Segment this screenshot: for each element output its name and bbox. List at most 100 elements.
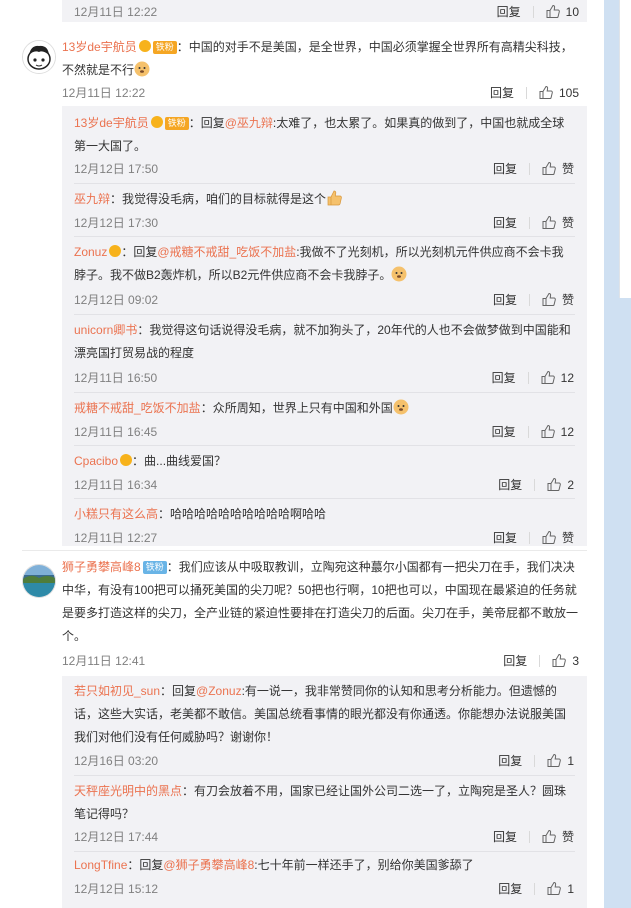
reply-prefix: ：回复 (188, 116, 225, 130)
comment-time: 12月11日 12:22 (62, 86, 146, 100)
username-link[interactable]: 13岁de宇航员 (74, 116, 149, 130)
username-link[interactable]: 天秤座光明中的黑点 (74, 784, 182, 798)
like-button[interactable]: 105 (539, 86, 579, 100)
divider (527, 371, 529, 384)
reply-text: 若只如初见_sun：回复@Zonuz:有一说一，我非常赞同你的认知和思考分析能力… (74, 680, 574, 749)
divider (534, 478, 536, 491)
username-link[interactable]: Zonuz (74, 245, 107, 259)
reply-time: 12月11日 12:27 (74, 531, 158, 545)
divider (528, 293, 530, 306)
fan-badge: 铁粉 (142, 561, 167, 574)
avatar[interactable] (22, 564, 56, 598)
like-button[interactable]: 12 (541, 425, 574, 439)
comment-time: 12月11日 12:41 (62, 654, 146, 668)
like-count: 赞 (561, 216, 574, 230)
username-link[interactable]: LongTfine (74, 858, 127, 872)
reply-actions: 回复 2 (498, 476, 574, 493)
divider (534, 882, 536, 895)
like-button[interactable]: 12 (541, 371, 574, 385)
thumbs-up-icon (547, 754, 562, 767)
like-button[interactable]: 赞 (542, 214, 574, 231)
reply-button[interactable]: 回复 (492, 369, 516, 386)
reply-button[interactable]: 回复 (493, 529, 517, 546)
fan-badge: 铁粉 (152, 41, 177, 54)
divider (528, 162, 530, 175)
username-link[interactable]: 狮子勇攀高峰8 (62, 560, 141, 574)
reply-time: 12月12日 15:12 (74, 882, 159, 896)
like-count: 12 (560, 370, 574, 385)
reply-button[interactable]: 回复 (498, 476, 522, 493)
thumbs-up-icon (552, 654, 567, 667)
reply-text: 天秤座光明中的黑点：有刀会放着不用，国家已经让国外公司二选一了，立陶宛是圣人？圆… (74, 780, 574, 826)
mention-link[interactable]: @巫九辩 (225, 116, 273, 130)
reply-text: 戒糖不戒甜_吃饭不加盐：众所周知，世界上只有中国和外国 (74, 397, 574, 420)
reply-body: ：曲...曲线爱国？ (132, 454, 227, 468)
username-link[interactable]: 13岁de宇航员 (62, 40, 137, 54)
divider (74, 236, 575, 237)
reply-button[interactable]: 回复 (493, 160, 517, 177)
cartoon-face-icon (23, 41, 55, 73)
reply-meta: 12月12日 17:44 回复 赞 (74, 826, 579, 846)
reply-meta: 12月12日 17:50 回复 赞 (74, 158, 579, 178)
username-link[interactable]: 若只如初见_sun (74, 684, 160, 698)
like-button[interactable]: 3 (552, 654, 579, 668)
reply-time: 12月12日 09:02 (74, 293, 159, 307)
like-count: 3 (572, 653, 579, 668)
reply-actions: 回复 1 (498, 752, 574, 769)
reply-time: 12月12日 17:44 (74, 830, 159, 844)
mention-link[interactable]: @Zonuz (196, 684, 242, 698)
reply-button[interactable]: 回复 (493, 214, 517, 231)
reply-text: 小糕只有这么高：哈哈哈哈哈哈哈哈哈哈啊哈哈 (74, 503, 574, 526)
like-button[interactable]: 1 (547, 754, 574, 768)
thumbs-up-icon (542, 531, 556, 544)
like-count: 10 (565, 4, 579, 19)
thumbs-up-icon (547, 478, 562, 491)
reply-button[interactable]: 回复 (490, 84, 514, 101)
avatar[interactable] (22, 40, 56, 74)
like-button[interactable]: 赞 (542, 291, 574, 308)
like-button[interactable]: 1 (547, 882, 574, 896)
right-sidebar-panel (619, 0, 631, 298)
like-count: 2 (567, 477, 574, 492)
username-link[interactable]: unicorn卿书 (74, 323, 137, 337)
divider (74, 183, 575, 184)
like-button[interactable]: 2 (547, 478, 574, 492)
vip-icon (138, 40, 151, 52)
like-button[interactable]: 赞 (542, 529, 574, 546)
username-link[interactable]: 戒糖不戒甜_吃饭不加盐 (74, 401, 201, 415)
like-button[interactable]: 赞 (542, 828, 574, 845)
thumbs-up-icon (542, 162, 556, 175)
divider (528, 216, 530, 229)
divider (74, 775, 575, 776)
previous-reply-row: 12月11日 12:22 回复 10 (62, 0, 587, 22)
divider (532, 5, 534, 18)
comment-list: 12月11日 12:22 回复 10 13岁de宇航员 铁粉 ：中国的对手不是美国，… (0, 0, 604, 908)
like-button[interactable]: 10 (546, 5, 579, 19)
reply-meta: 12月11日 12:27 回复 赞 (74, 527, 579, 547)
like-button[interactable]: 赞 (542, 160, 574, 177)
reply-list: 若只如初见_sun：回复@Zonuz:有一说一，我非常赞同你的认知和思考分析能力… (62, 676, 587, 908)
reply-meta: 12月11日 16:34 回复 2 (74, 474, 579, 494)
reply-button[interactable]: 回复 (497, 3, 521, 20)
reply-button[interactable]: 回复 (493, 291, 517, 308)
divider (539, 654, 541, 667)
reply-button[interactable]: 回复 (493, 828, 517, 845)
reply-meta: 12月12日 15:12 回复 1 (74, 878, 579, 898)
username-link[interactable]: 小糕只有这么高 (74, 507, 158, 521)
divider (74, 851, 575, 852)
thumbs-up-icon (541, 425, 555, 438)
mention-link[interactable]: @狮子勇攀高峰8 (163, 858, 254, 872)
reply-time: 12月11日 16:50 (74, 371, 158, 385)
reply-button[interactable]: 回复 (498, 752, 522, 769)
reply-button[interactable]: 回复 (492, 423, 516, 440)
reply-prefix: ：回复 (127, 858, 164, 872)
reply-button[interactable]: 回复 (503, 652, 527, 669)
vip-icon (109, 245, 122, 257)
reply-button[interactable]: 回复 (498, 880, 522, 897)
username-link[interactable]: 巫九辩 (74, 192, 110, 206)
thumbs-up-icon (542, 830, 556, 843)
username-link[interactable]: Cpacibo (74, 454, 118, 468)
mention-link[interactable]: @戒糖不戒甜_吃饭不加盐 (157, 245, 296, 259)
reply-prefix: ：回复 (160, 684, 197, 698)
vip-icon (150, 116, 163, 128)
